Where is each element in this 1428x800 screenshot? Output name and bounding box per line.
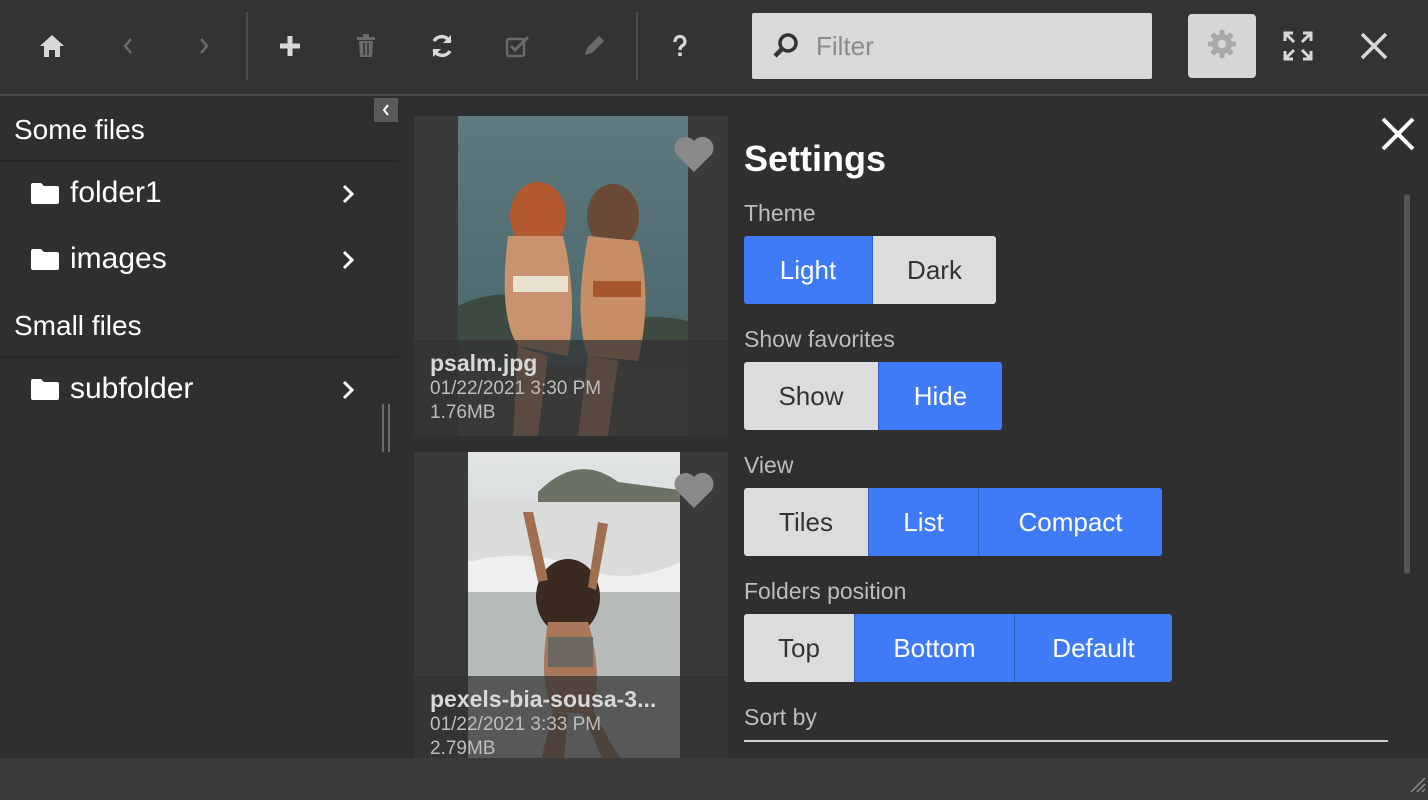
rename-icon[interactable]	[568, 20, 620, 72]
folder-label: subfolder	[70, 372, 194, 405]
settings-title: Settings	[744, 138, 887, 179]
chevron-right-icon[interactable]	[340, 250, 356, 275]
view-label: View	[744, 452, 794, 478]
expand-icon[interactable]	[1272, 20, 1324, 72]
close-icon[interactable]	[1348, 20, 1400, 72]
folder-icon	[30, 247, 60, 276]
theme-light-button[interactable]: Light	[744, 236, 872, 304]
file-size: 2.79MB	[430, 738, 496, 758]
favorite-heart-icon[interactable]	[672, 134, 716, 179]
view-tiles-button[interactable]: Tiles	[744, 488, 868, 556]
chevron-left-icon	[382, 104, 389, 116]
chevron-right-icon[interactable]	[340, 184, 356, 209]
sort-by-label: Sort by	[744, 704, 817, 730]
file-name: psalm.jpg	[430, 350, 538, 376]
gear-icon	[1207, 29, 1237, 64]
sort-by-select[interactable]	[744, 740, 1388, 742]
status-bar	[0, 758, 1428, 800]
folders-position-label: Folders position	[744, 578, 907, 604]
folder-label: folder1	[70, 176, 162, 209]
view-list-button[interactable]: List	[868, 488, 978, 556]
toolbar-separator	[636, 12, 638, 80]
select-icon[interactable]	[492, 20, 544, 72]
show-favorites-toggle: Show Hide	[744, 362, 1002, 430]
favorites-show-button[interactable]: Show	[744, 362, 878, 430]
sidebar-item-images[interactable]: images	[0, 228, 398, 292]
sidebar-item-folder1[interactable]: folder1	[0, 162, 398, 226]
file-tile[interactable]: pexels-bia-sousa-3... 01/22/2021 3:33 PM…	[414, 452, 728, 758]
settings-scrollbar[interactable]	[1404, 194, 1410, 574]
collapse-sidebar-button[interactable]	[374, 98, 398, 122]
home-icon[interactable]	[26, 20, 78, 72]
refresh-icon[interactable]	[416, 20, 468, 72]
theme-label: Theme	[744, 200, 816, 226]
sidebar: Some files folder1 images Small files su…	[0, 98, 398, 758]
folders-bottom-button[interactable]: Bottom	[854, 614, 1014, 682]
show-favorites-label: Show favorites	[744, 326, 895, 352]
add-icon[interactable]	[264, 20, 316, 72]
sidebar-item-subfolder[interactable]: subfolder	[0, 358, 398, 422]
folder-icon	[30, 181, 60, 210]
folders-top-button[interactable]: Top	[744, 614, 854, 682]
search-icon	[772, 32, 800, 65]
settings-panel: Settings Theme Light Dark Show favorites…	[728, 98, 1428, 758]
file-meta: pexels-bia-sousa-3... 01/22/2021 3:33 PM…	[414, 676, 728, 758]
section-title-small-files: Small files	[14, 310, 142, 341]
view-toggle: Tiles List Compact	[744, 488, 1162, 556]
toolbar	[0, 0, 1428, 96]
chevron-right-icon[interactable]	[340, 380, 356, 405]
favorites-hide-button[interactable]: Hide	[878, 362, 1002, 430]
folders-position-toggle: Top Bottom Default	[744, 614, 1172, 682]
folder-icon	[30, 377, 60, 406]
file-size: 1.76MB	[430, 402, 496, 423]
favorite-heart-icon[interactable]	[672, 470, 716, 515]
file-tile[interactable]: psalm.jpg 01/22/2021 3:30 PM 1.76MB	[414, 116, 728, 436]
filter-box	[752, 13, 1152, 79]
trash-icon[interactable]	[340, 20, 392, 72]
settings-button[interactable]	[1188, 14, 1256, 78]
forward-icon[interactable]	[178, 20, 230, 72]
filter-input[interactable]	[816, 23, 1136, 69]
section-title-some-files: Some files	[14, 114, 145, 145]
file-meta: psalm.jpg 01/22/2021 3:30 PM 1.76MB	[414, 340, 728, 436]
close-settings-icon[interactable]	[1380, 116, 1416, 157]
resize-grip-icon[interactable]	[1408, 775, 1426, 798]
theme-toggle: Light Dark	[744, 236, 996, 304]
file-date: 01/22/2021 3:30 PM	[430, 378, 602, 399]
file-name: pexels-bia-sousa-3...	[430, 686, 657, 712]
help-icon[interactable]	[654, 20, 706, 72]
file-date: 01/22/2021 3:33 PM	[430, 714, 602, 735]
theme-dark-button[interactable]: Dark	[872, 236, 996, 304]
folder-label: images	[70, 242, 167, 275]
sidebar-resize-handle[interactable]	[382, 404, 390, 452]
toolbar-separator	[246, 12, 248, 80]
folders-default-button[interactable]: Default	[1014, 614, 1172, 682]
back-icon[interactable]	[102, 20, 154, 72]
view-compact-button[interactable]: Compact	[978, 488, 1162, 556]
file-list: psalm.jpg 01/22/2021 3:30 PM 1.76MB pexe…	[398, 98, 728, 758]
